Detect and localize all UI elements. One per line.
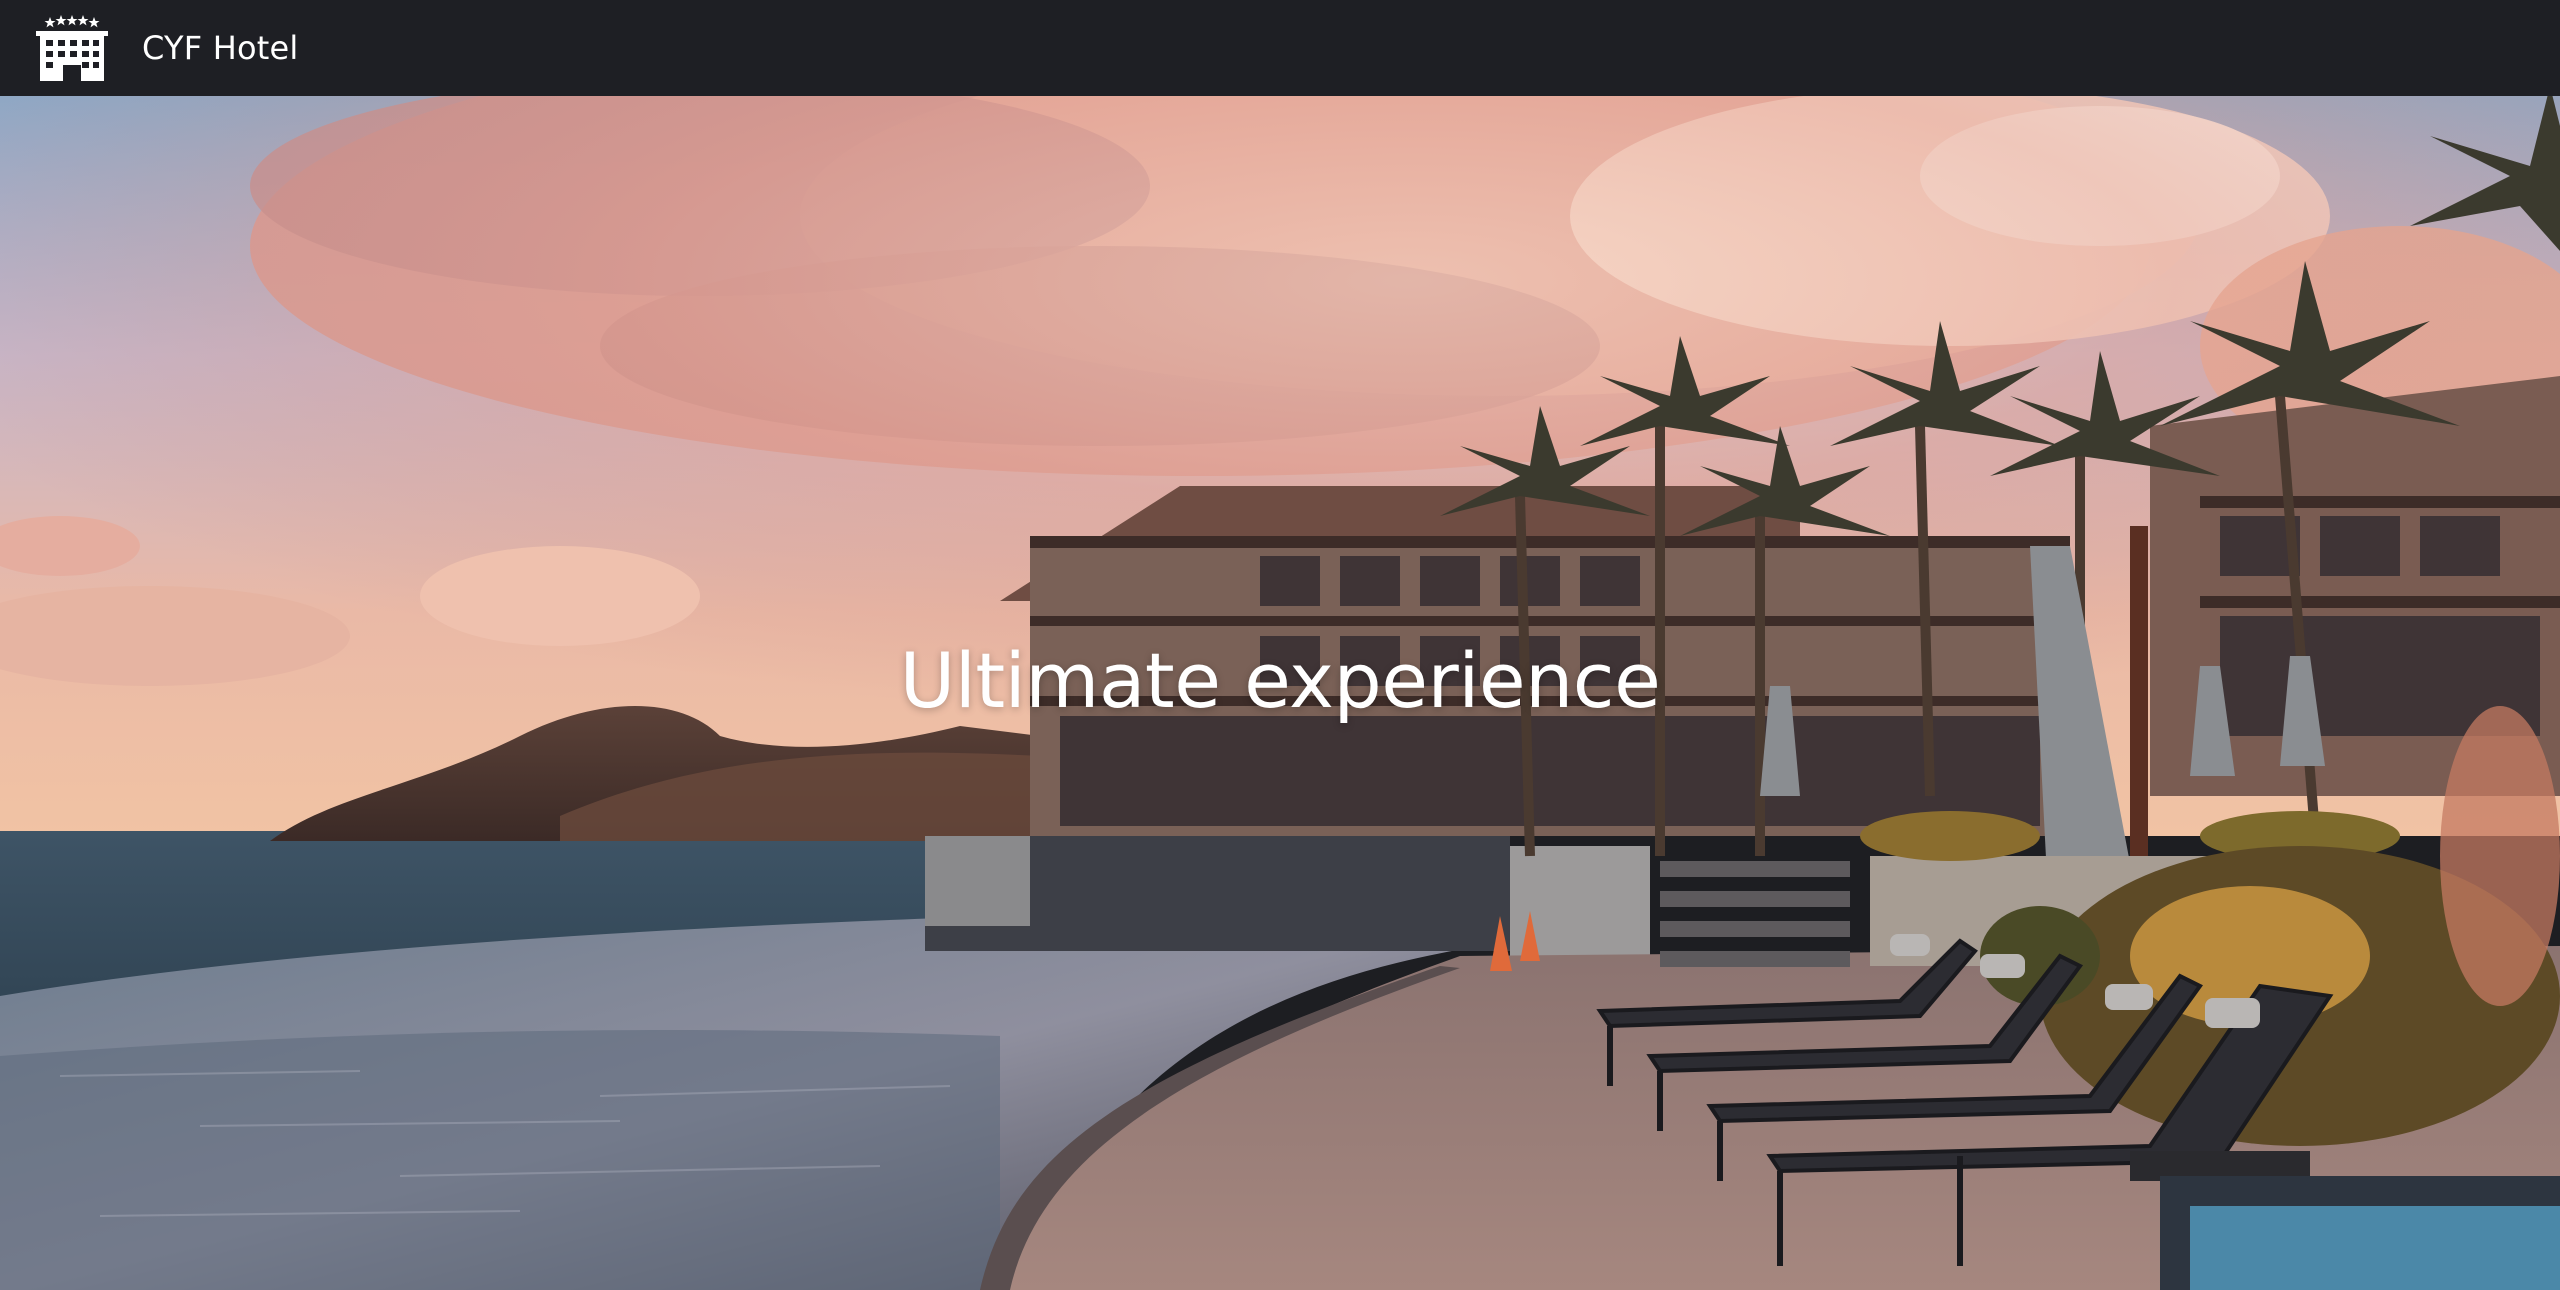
top-navbar: CYF Hotel [0,0,2560,96]
hotel-building-icon [36,15,108,81]
brand-name: CYF Hotel [142,29,299,67]
hero-banner: Ultimate experience [0,96,2560,1290]
hero-title: Ultimate experience [899,636,1661,725]
brand-link[interactable]: CYF Hotel [36,15,298,81]
